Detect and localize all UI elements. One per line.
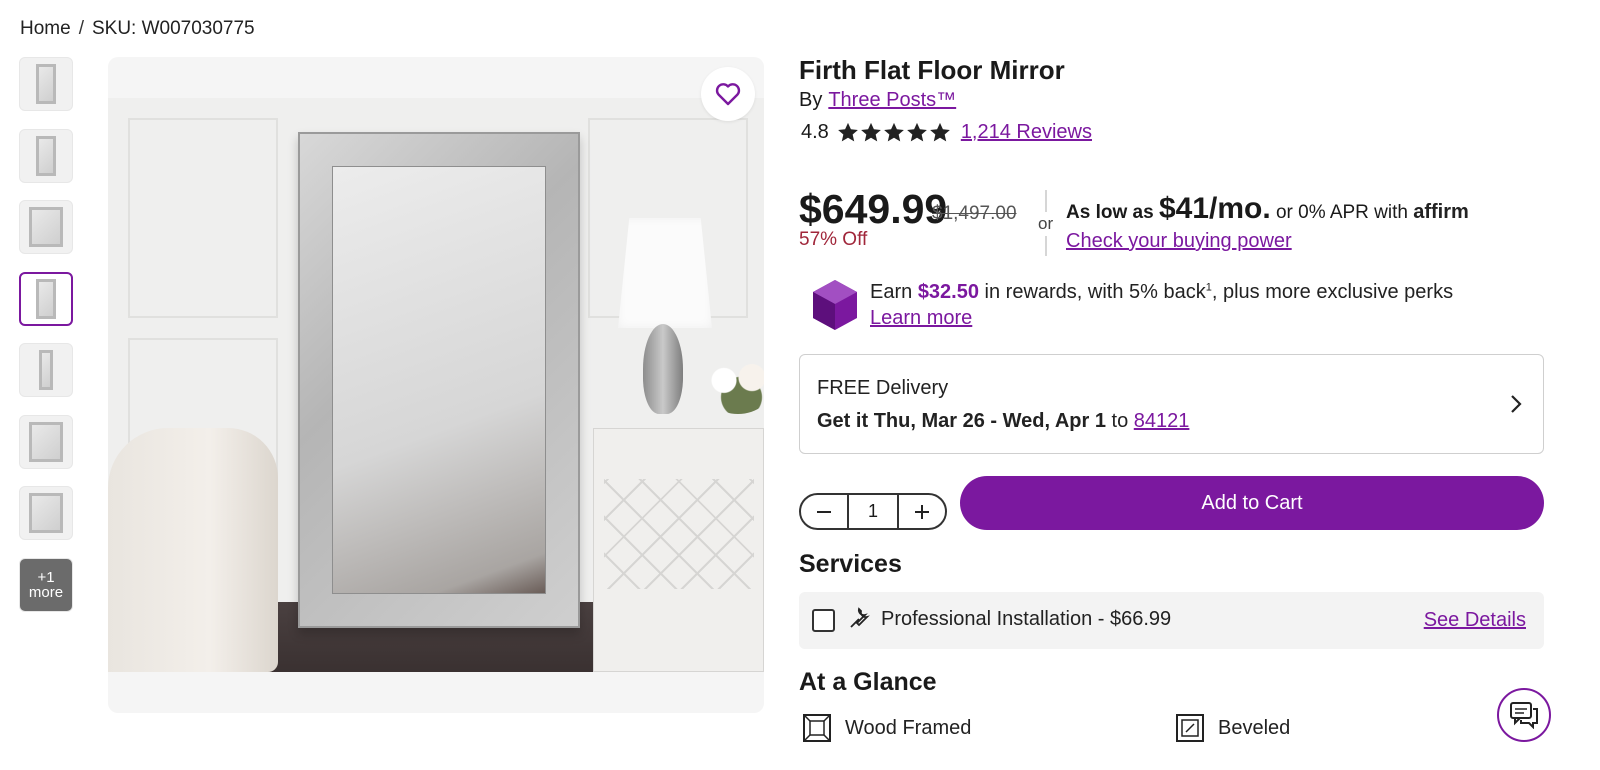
star-icon [883, 122, 904, 142]
plus-icon [915, 504, 929, 519]
quantity-stepper: 1 [799, 493, 947, 530]
chat-icon [1510, 702, 1538, 729]
rewards-amount: $32.50 [917, 281, 979, 303]
brand-link[interactable]: Three Posts™ [828, 89, 956, 111]
glance-item-beveled: Beveled [1176, 714, 1290, 742]
discount-badge: 57% Off [799, 229, 868, 250]
thumbnail-more[interactable]: +1 more [19, 557, 73, 612]
floor-mirror [298, 132, 580, 628]
zip-code-link[interactable]: 84121 [1134, 410, 1190, 432]
breadcrumb-separator: / [78, 18, 84, 39]
glance-item-wood-framed: Wood Framed [803, 714, 971, 742]
chat-button[interactable] [1497, 688, 1551, 742]
main-product-image[interactable] [108, 57, 764, 713]
thumbnail-4[interactable] [19, 271, 73, 326]
minus-icon [817, 510, 831, 513]
brand-line: By Three Posts™ [799, 89, 956, 112]
heart-icon [715, 83, 741, 106]
or-label: or [1038, 212, 1054, 236]
rating-value: 4.8 [801, 121, 829, 143]
delivery-dates: Thu, Mar 26 - Wed, Apr 1 [873, 410, 1106, 432]
delivery-date: Get it Thu, Mar 26 - Wed, Apr 1 to 84121 [817, 410, 1189, 433]
rewards-gem-icon [812, 279, 858, 336]
rewards-earn: Earn [870, 281, 913, 303]
thumbnail-7[interactable] [19, 486, 73, 540]
star-icon [906, 122, 927, 142]
delivery-to: to [1111, 410, 1129, 432]
buying-power-link[interactable]: Check your buying power [1066, 230, 1292, 253]
see-details-link[interactable]: See Details [1424, 609, 1526, 632]
affirm-mid: or 0% APR with [1275, 202, 1408, 223]
wrench-icon [850, 607, 870, 628]
original-price: $1,497.00 [932, 203, 1017, 224]
thumbnail-3[interactable] [19, 200, 73, 254]
chevron-right-icon [1511, 395, 1522, 413]
product-title: Firth Flat Floor Mirror [799, 55, 1065, 85]
reviews-link[interactable]: 1,214 Reviews [961, 121, 1092, 144]
delivery-box[interactable]: FREE Delivery Get it Thu, Mar 26 - Wed, … [799, 354, 1544, 454]
installation-checkbox[interactable] [812, 609, 835, 632]
glance-label: Wood Framed [845, 716, 972, 739]
wood-frame-icon [803, 714, 831, 742]
thumbnail-5[interactable] [19, 343, 73, 397]
thumbnail-2[interactable] [19, 128, 73, 183]
room-scene [108, 98, 764, 672]
delivery-prefix: Get it [817, 410, 869, 432]
more-label: more [28, 583, 64, 601]
star-icon [837, 122, 858, 142]
beveled-icon [1176, 714, 1204, 742]
thumbnail-6[interactable] [19, 414, 73, 469]
thumbnail-list: +1 more [19, 57, 73, 629]
affirm-logo: affirm [1413, 201, 1469, 223]
rewards-text: Earn $32.50 in rewards, with 5% back1, p… [870, 281, 1453, 304]
star-icon [929, 122, 950, 142]
breadcrumb-home-link[interactable]: Home [20, 18, 71, 40]
add-to-cart-button[interactable]: Add to Cart [960, 476, 1544, 530]
star-rating [837, 122, 951, 143]
more-count: +1 [37, 568, 55, 586]
service-option: Professional Installation - $66.99 See D… [799, 592, 1544, 649]
sale-price: $649.99 [799, 186, 948, 232]
decrease-quantity-button[interactable] [801, 495, 847, 528]
by-label: By [799, 89, 823, 111]
rating-row: 4.8 1,214 Reviews [801, 121, 1092, 144]
breadcrumb: Home / SKU: W007030775 [20, 18, 255, 40]
favorite-button[interactable] [701, 67, 755, 121]
glance-heading: At a Glance [799, 668, 937, 696]
affirm-financing: As low as $41/mo. or 0% APR with affirm [1066, 192, 1469, 226]
affirm-amount: $41/mo. [1158, 192, 1271, 225]
rewards-desc-2: , plus more exclusive perks [1211, 281, 1454, 303]
glance-label: Beveled [1218, 716, 1291, 739]
learn-more-link[interactable]: Learn more [870, 307, 972, 330]
rewards-desc: in rewards, with 5% back [984, 281, 1206, 303]
increase-quantity-button[interactable] [899, 495, 945, 528]
installation-label: Professional Installation - $66.99 [881, 608, 1172, 630]
affirm-prefix: As low as [1066, 202, 1154, 223]
services-heading: Services [799, 550, 902, 578]
star-icon [860, 122, 881, 142]
breadcrumb-sku: SKU: W007030775 [91, 18, 255, 39]
delivery-title: FREE Delivery [817, 377, 949, 399]
quantity-value[interactable]: 1 [847, 495, 899, 528]
thumbnail-1[interactable] [19, 57, 73, 111]
